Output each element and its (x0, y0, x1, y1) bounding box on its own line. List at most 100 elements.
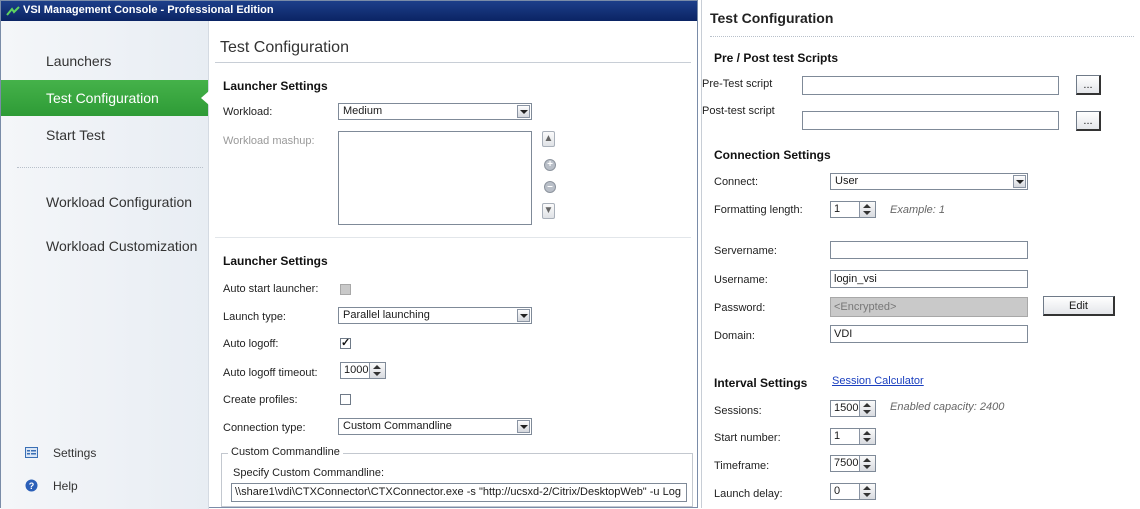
pre-test-script-input[interactable] (802, 76, 1059, 95)
launch-delay-label: Launch delay: (714, 488, 783, 500)
connection-type-select[interactable]: Custom Commandline (338, 418, 532, 435)
sessions-label: Sessions: (714, 405, 762, 417)
remove-icon[interactable]: – (544, 181, 556, 193)
formatting-length-stepper[interactable]: 1 (830, 201, 876, 218)
move-down-button[interactable]: ▼ (542, 203, 555, 219)
sidebar-item-test-configuration[interactable]: Test Configuration (1, 80, 209, 116)
right-title-divider (710, 36, 1134, 37)
sidebar-item-launchers[interactable]: Launchers (1, 43, 208, 79)
start-number-value: 1 (834, 430, 841, 442)
password-value: <Encrypted> (834, 301, 897, 313)
formatting-example: Example: 1 (890, 204, 946, 216)
auto-logoff-timeout-value: 1000 (344, 364, 369, 376)
username-value: login_vsi (834, 273, 877, 285)
workload-mashup-label: Workload mashup: (223, 135, 315, 147)
servername-input[interactable] (830, 241, 1028, 259)
timeframe-stepper[interactable]: 7500 (830, 455, 876, 472)
launch-type-value: Parallel launching (343, 309, 430, 321)
timeframe-value: 7500 (834, 457, 859, 469)
app-logo-icon (6, 6, 20, 16)
launch-delay-stepper[interactable]: 0 (830, 483, 876, 500)
launch-type-label: Launch type: (223, 311, 286, 323)
sessions-value: 1500 (834, 402, 859, 414)
section-title-launcher-settings: Launcher Settings (223, 79, 328, 93)
checkmark-icon: ✓ (341, 337, 351, 349)
sidebar-item-workload-customization[interactable]: Workload Customization (1, 228, 208, 264)
post-test-script-input[interactable] (802, 111, 1059, 130)
formatting-length-value: 1 (834, 203, 841, 215)
start-number-stepper[interactable]: 1 (830, 428, 876, 445)
domain-input[interactable]: VDI (830, 325, 1028, 343)
create-profiles-label: Create profiles: (223, 394, 298, 406)
connection-type-value: Custom Commandline (343, 420, 452, 432)
workload-label: Workload: (223, 106, 273, 118)
stepper-arrows-icon[interactable] (859, 429, 875, 444)
sidebar-item-workload-configuration[interactable]: Workload Configuration (1, 184, 208, 220)
chevron-down-icon[interactable] (1013, 175, 1026, 188)
svg-text:?: ? (29, 481, 35, 491)
title-bar: VSI Management Console - Professional Ed… (1, 1, 697, 21)
auto-logoff-label: Auto logoff: (223, 338, 279, 350)
session-calculator-link[interactable]: Session Calculator (832, 375, 924, 387)
chevron-down-icon[interactable] (517, 420, 530, 433)
stepper-arrows-icon[interactable] (859, 401, 875, 416)
stepper-arrows-icon[interactable] (859, 456, 875, 471)
connect-value: User (835, 175, 859, 187)
test-configuration-panel: Test Configuration Pre / Post test Scrip… (701, 0, 1140, 508)
section-title-interval: Interval Settings (714, 376, 808, 390)
start-number-label: Start number: (714, 432, 781, 444)
help-icon: ? (25, 479, 38, 492)
specify-commandline-label: Specify Custom Commandline: (233, 467, 385, 479)
sidebar-item-label: Test Configuration (46, 90, 159, 106)
domain-label: Domain: (714, 330, 755, 342)
sidebar-item-label: Launchers (46, 53, 112, 69)
servername-label: Servername: (714, 245, 777, 257)
stepper-arrows-icon[interactable] (859, 484, 875, 499)
sessions-stepper[interactable]: 1500 (830, 400, 876, 417)
settings-label: Settings (53, 446, 97, 460)
pre-test-browse-button[interactable]: ... (1076, 75, 1101, 95)
section-title-launcher-settings-2: Launcher Settings (223, 254, 328, 268)
create-profiles-checkbox[interactable] (340, 394, 351, 405)
post-test-script-label: Post-test script (702, 105, 775, 117)
settings-icon (25, 447, 38, 458)
management-console-window: VSI Management Console - Professional Ed… (0, 0, 698, 509)
custom-commandline-legend: Custom Commandline (228, 446, 343, 458)
chevron-down-icon[interactable] (517, 105, 530, 118)
workload-select[interactable]: Medium (338, 103, 532, 120)
auto-logoff-checkbox[interactable]: ✓ (340, 337, 351, 349)
section-title-scripts: Pre / Post test Scripts (714, 51, 839, 65)
auto-start-launcher-label: Auto start launcher: (223, 283, 319, 295)
help-label: Help (53, 479, 78, 493)
stepper-arrows-icon[interactable] (859, 202, 875, 217)
window-title: VSI Management Console - Professional Ed… (23, 4, 274, 16)
post-test-browse-button[interactable]: ... (1076, 111, 1101, 131)
auto-logoff-timeout-stepper[interactable]: 1000 (340, 362, 386, 379)
move-up-button[interactable]: ▲ (542, 131, 555, 147)
workload-mashup-list[interactable] (338, 131, 532, 225)
auto-logoff-timeout-label: Auto logoff timeout: (223, 367, 318, 379)
stepper-arrows-icon[interactable] (369, 363, 385, 378)
sidebar-item-label: Workload Customization (46, 238, 198, 254)
sidebar-item-start-test[interactable]: Start Test (1, 117, 208, 153)
chevron-down-icon[interactable] (517, 309, 530, 322)
connect-label: Connect: (714, 176, 759, 188)
custom-commandline-value: \\share1\vdi\CTXConnector\CTXConnector.e… (235, 486, 681, 498)
launch-type-select[interactable]: Parallel launching (338, 307, 532, 324)
section-title-connection: Connection Settings (714, 148, 831, 162)
add-icon[interactable]: + (544, 159, 556, 171)
edit-password-button[interactable]: Edit (1043, 296, 1115, 316)
domain-value: VDI (834, 328, 853, 340)
username-input[interactable]: login_vsi (830, 270, 1028, 288)
sidebar: Launchers Test Configuration Start Test … (1, 21, 209, 509)
connect-select[interactable]: User (830, 173, 1028, 190)
formatting-length-label: Formatting length: (714, 204, 803, 216)
username-label: Username: (714, 274, 768, 286)
custom-commandline-input[interactable]: \\share1\vdi\CTXConnector\CTXConnector.e… (231, 483, 687, 502)
sidebar-item-label: Workload Configuration (46, 194, 193, 210)
title-divider (215, 62, 691, 63)
pre-test-script-label: Pre-Test script (702, 78, 773, 90)
auto-start-launcher-checkbox[interactable] (340, 284, 351, 295)
launch-delay-value: 0 (834, 485, 841, 497)
password-label: Password: (714, 302, 766, 314)
